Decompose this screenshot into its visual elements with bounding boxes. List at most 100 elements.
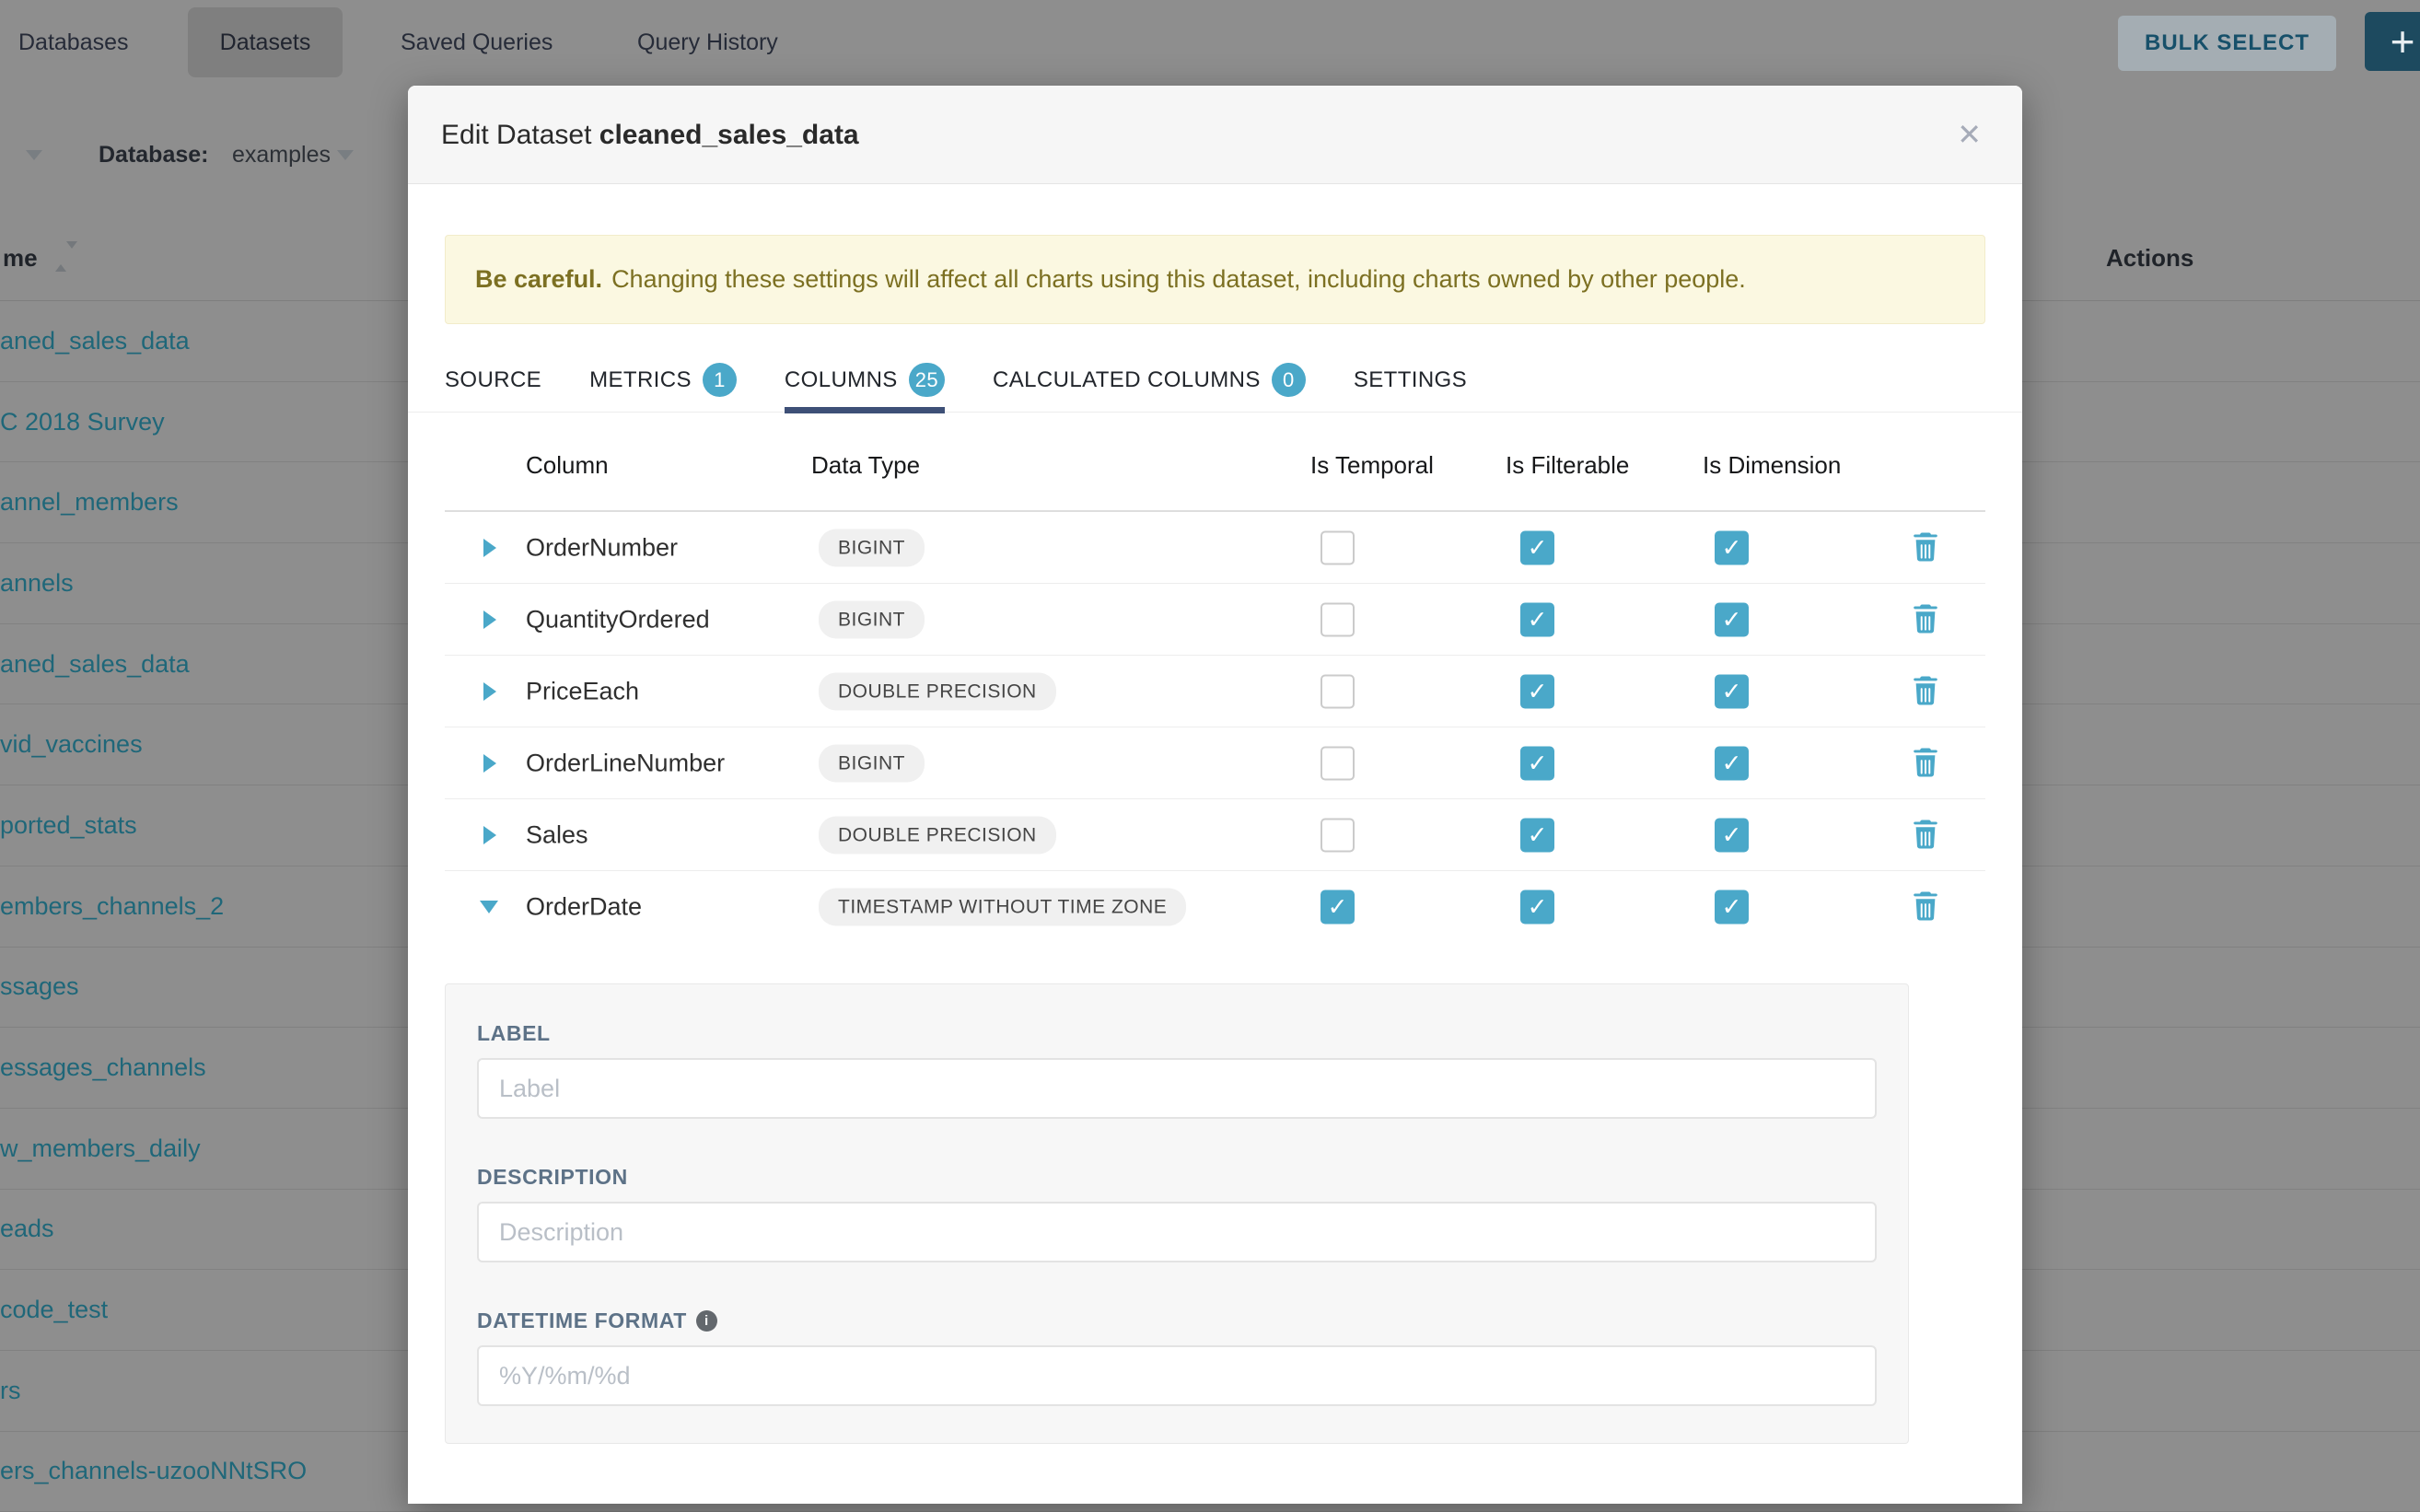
tab-calculated-columns[interactable]: CALCULATED COLUMNS 0: [993, 363, 1306, 412]
edit-dataset-modal: Edit Dataset cleaned_sales_data ✕ Be car…: [408, 86, 2022, 1504]
actions-column-header: Actions: [2106, 215, 2193, 301]
tab-metrics[interactable]: METRICS 1: [589, 363, 737, 412]
column-row: OrderLineNumberBIGINT: [445, 727, 1985, 799]
chevron-down-icon[interactable]: [26, 150, 42, 160]
tab-count-badge: 1: [703, 363, 737, 397]
column-name: OrderNumber: [526, 533, 678, 562]
is-filterable-checkbox[interactable]: [1520, 746, 1554, 780]
column-name: QuantityOrdered: [526, 605, 710, 634]
is-dimension-checkbox[interactable]: [1715, 602, 1749, 636]
tab-settings[interactable]: SETTINGS: [1354, 363, 1467, 412]
dataset-link[interactable]: aned_sales_data: [0, 650, 190, 679]
nav-item-datasets-active[interactable]: Datasets: [188, 7, 343, 77]
is-dimension-checkbox[interactable]: [1715, 530, 1749, 564]
info-icon[interactable]: i: [696, 1310, 717, 1332]
dataset-link[interactable]: C 2018 Survey: [0, 408, 165, 436]
warning-banner: Be careful. Changing these settings will…: [445, 235, 1985, 324]
database-filter-value[interactable]: examples: [232, 142, 331, 169]
delete-column-icon[interactable]: [1913, 892, 1940, 923]
dataset-link[interactable]: aned_sales_data: [0, 327, 190, 355]
is-filterable-checkbox[interactable]: [1520, 530, 1554, 564]
dataset-link[interactable]: code_test: [0, 1296, 108, 1324]
column-name: OrderDate: [526, 893, 642, 922]
data-type-pill: DOUBLE PRECISION: [819, 672, 1056, 710]
nav-item-query-history[interactable]: Query History: [637, 0, 778, 85]
dataset-link[interactable]: ers_channels-uzooNNtSRO: [0, 1457, 307, 1485]
is-dimension-checkbox[interactable]: [1715, 746, 1749, 780]
is-dimension-checkbox[interactable]: [1715, 674, 1749, 708]
datetime-format-field-section: DATETIME FORMAT i: [477, 1308, 1877, 1406]
is-filterable-checkbox[interactable]: [1520, 602, 1554, 636]
nav-item-databases[interactable]: Databases: [18, 0, 129, 85]
close-icon[interactable]: ✕: [1949, 86, 1989, 184]
modal-title: Edit Dataset cleaned_sales_data: [441, 86, 859, 184]
collapse-caret-icon[interactable]: [480, 901, 498, 913]
column-name: Sales: [526, 820, 588, 849]
column-header-column: Column: [526, 451, 609, 480]
expand-caret-icon[interactable]: [483, 539, 496, 557]
filters-toolbar: Database: examples: [0, 129, 408, 215]
dataset-link[interactable]: ported_stats: [0, 811, 137, 840]
delete-column-icon[interactable]: [1913, 820, 1940, 850]
tab-columns[interactable]: COLUMNS25: [785, 363, 945, 412]
datetime-format-input[interactable]: [477, 1345, 1877, 1406]
column-row: QuantityOrderedBIGINT: [445, 584, 1985, 656]
dataset-link[interactable]: ssages: [0, 972, 79, 1001]
delete-column-icon[interactable]: [1913, 532, 1940, 563]
description-field-label-text: DESCRIPTION: [477, 1165, 628, 1190]
column-row: OrderNumberBIGINT: [445, 512, 1985, 584]
datetime-format-label-text: DATETIME FORMAT: [477, 1308, 687, 1333]
name-column-header[interactable]: me: [3, 215, 38, 301]
is-temporal-checkbox[interactable]: [1321, 602, 1355, 636]
delete-column-icon[interactable]: [1913, 604, 1940, 634]
description-field-section: DESCRIPTION: [477, 1165, 1877, 1262]
dataset-link[interactable]: essages_channels: [0, 1053, 206, 1082]
warning-banner-bold: Be careful.: [475, 265, 602, 294]
expand-caret-icon[interactable]: [483, 682, 496, 701]
nav-item-saved-queries[interactable]: Saved Queries: [401, 0, 553, 85]
tab-label: CALCULATED COLUMNS: [993, 367, 1261, 393]
is-temporal-checkbox[interactable]: [1321, 746, 1355, 780]
label-input[interactable]: [477, 1058, 1877, 1119]
is-filterable-checkbox[interactable]: [1520, 818, 1554, 852]
is-temporal-checkbox[interactable]: [1321, 818, 1355, 852]
is-temporal-checkbox[interactable]: [1321, 890, 1355, 925]
expand-caret-icon[interactable]: [483, 754, 496, 773]
tab-count-badge: 25: [909, 363, 945, 397]
modal-header: Edit Dataset cleaned_sales_data ✕: [408, 86, 2022, 184]
dataset-link[interactable]: rs: [0, 1377, 21, 1405]
dataset-link[interactable]: embers_channels_2: [0, 892, 224, 921]
is-dimension-checkbox[interactable]: [1715, 818, 1749, 852]
dataset-link[interactable]: eads: [0, 1215, 54, 1243]
tab-label: SOURCE: [445, 367, 541, 393]
column-header-is-dimension: Is Dimension: [1703, 451, 1841, 480]
description-input[interactable]: [477, 1202, 1877, 1262]
add-dataset-button[interactable]: +: [2365, 12, 2420, 71]
is-temporal-checkbox[interactable]: [1321, 530, 1355, 564]
data-type-pill: DOUBLE PRECISION: [819, 816, 1056, 854]
modal-title-dataset-name: cleaned_sales_data: [599, 120, 859, 150]
dataset-link[interactable]: w_members_daily: [0, 1134, 201, 1163]
is-filterable-checkbox[interactable]: [1520, 674, 1554, 708]
column-row: PriceEachDOUBLE PRECISION: [445, 656, 1985, 727]
bulk-select-button[interactable]: BULK SELECT: [2118, 16, 2336, 71]
expand-caret-icon[interactable]: [483, 826, 496, 844]
chevron-down-icon[interactable]: [337, 150, 354, 160]
is-temporal-checkbox[interactable]: [1321, 674, 1355, 708]
dataset-link[interactable]: annel_members: [0, 488, 179, 517]
dataset-link[interactable]: annels: [0, 569, 74, 598]
dataset-link[interactable]: vid_vaccines: [0, 730, 143, 759]
expand-caret-icon[interactable]: [483, 611, 496, 629]
column-header-data-type: Data Type: [811, 451, 920, 480]
is-filterable-checkbox[interactable]: [1520, 890, 1554, 925]
top-navigation: Databases Datasets Saved Queries Query H…: [0, 0, 2420, 85]
delete-column-icon[interactable]: [1913, 676, 1940, 706]
is-dimension-checkbox[interactable]: [1715, 890, 1749, 925]
tab-count-badge: 0: [1272, 363, 1306, 397]
tab-source[interactable]: SOURCE: [445, 363, 541, 412]
delete-column-icon[interactable]: [1913, 748, 1940, 778]
tab-label: METRICS: [589, 367, 692, 393]
columns-table-header: Column Data Type Is Temporal Is Filterab…: [445, 413, 1985, 512]
datetime-format-field-label: DATETIME FORMAT i: [477, 1308, 1877, 1333]
sort-icon[interactable]: [55, 249, 66, 269]
